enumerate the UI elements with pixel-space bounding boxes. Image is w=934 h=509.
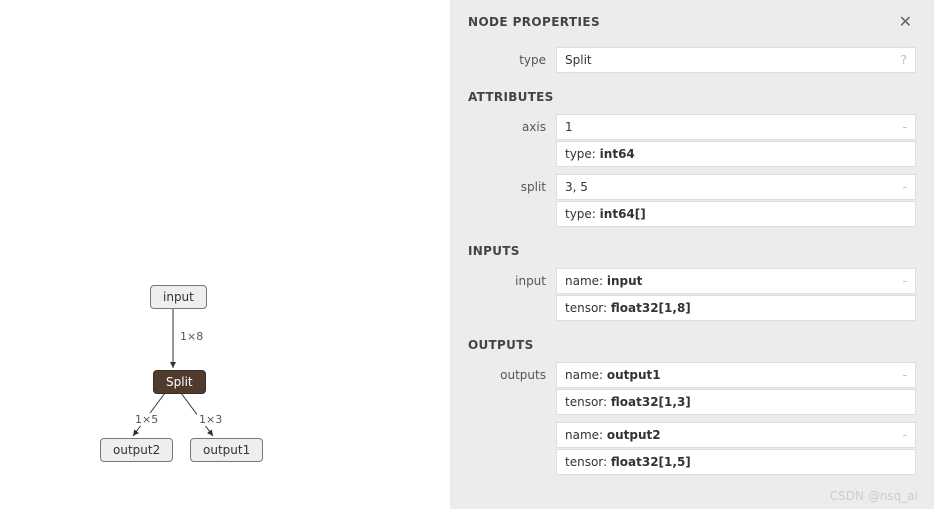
in-name: input xyxy=(607,274,643,288)
split-label: split xyxy=(468,174,556,228)
dash-icon: - xyxy=(903,120,907,134)
section-attributes: ATTRIBUTES xyxy=(468,90,916,104)
output1-tensor: tensor: float32[1,3] xyxy=(556,389,916,415)
watermark: CSDN @nsq_ai xyxy=(830,489,918,503)
axis-type-val: int64 xyxy=(600,147,635,161)
o2-name-prefix: name: xyxy=(565,428,607,442)
section-outputs: OUTPUTS xyxy=(468,338,916,352)
split-type-prefix: type: xyxy=(565,207,600,221)
axis-type-prefix: type: xyxy=(565,147,600,161)
output2-tensor: tensor: float32[1,5] xyxy=(556,449,916,475)
help-icon[interactable]: ? xyxy=(901,53,907,67)
split-type-val: int64[] xyxy=(600,207,646,221)
axis-value[interactable]: 1- xyxy=(556,114,916,140)
dash-icon: - xyxy=(903,180,907,194)
o1-tensor: float32[1,3] xyxy=(611,395,691,409)
outputs-label: outputs xyxy=(468,362,556,476)
node-output2[interactable]: output2 xyxy=(100,438,173,462)
axis-text: 1 xyxy=(565,120,573,134)
dash-icon: - xyxy=(903,428,907,442)
type-value[interactable]: Split ? xyxy=(556,47,916,73)
input-label: input xyxy=(468,268,556,322)
dash-icon: - xyxy=(903,368,907,382)
node-split[interactable]: Split xyxy=(153,370,206,394)
o1-tensor-prefix: tensor: xyxy=(565,395,611,409)
node-input[interactable]: input xyxy=(150,285,207,309)
type-text: Split xyxy=(565,53,592,67)
node-output1[interactable]: output1 xyxy=(190,438,263,462)
edge-label-right: 1×3 xyxy=(197,413,224,426)
edge-label-top: 1×8 xyxy=(178,330,205,343)
o2-name: output2 xyxy=(607,428,661,442)
panel-title: NODE PROPERTIES xyxy=(468,15,600,29)
split-value[interactable]: 3, 5 - xyxy=(556,174,916,200)
o2-tensor: float32[1,5] xyxy=(611,455,691,469)
edges xyxy=(0,0,450,509)
in-name-prefix: name: xyxy=(565,274,607,288)
section-inputs: INPUTS xyxy=(468,244,916,258)
split-text: 3, 5 xyxy=(565,180,588,194)
in-tensor: float32[1,8] xyxy=(611,301,691,315)
graph-canvas[interactable]: input Split output2 output1 1×8 1×5 1×3 xyxy=(0,0,450,509)
o1-name-prefix: name: xyxy=(565,368,607,382)
output1-name[interactable]: name: output1 - xyxy=(556,362,916,388)
split-type: type: int64[] xyxy=(556,201,916,227)
axis-label: axis xyxy=(468,114,556,168)
o2-tensor-prefix: tensor: xyxy=(565,455,611,469)
edge-label-left: 1×5 xyxy=(133,413,160,426)
close-icon[interactable]: ✕ xyxy=(895,10,916,33)
dash-icon: - xyxy=(903,274,907,288)
in-tensor-prefix: tensor: xyxy=(565,301,611,315)
o1-name: output1 xyxy=(607,368,661,382)
input-tensor: tensor: float32[1,8] xyxy=(556,295,916,321)
axis-type: type: int64 xyxy=(556,141,916,167)
type-label: type xyxy=(468,47,556,74)
output2-name[interactable]: name: output2 - xyxy=(556,422,916,448)
input-name[interactable]: name: input - xyxy=(556,268,916,294)
properties-panel: NODE PROPERTIES ✕ type Split ? ATTRIBUTE… xyxy=(450,0,934,509)
